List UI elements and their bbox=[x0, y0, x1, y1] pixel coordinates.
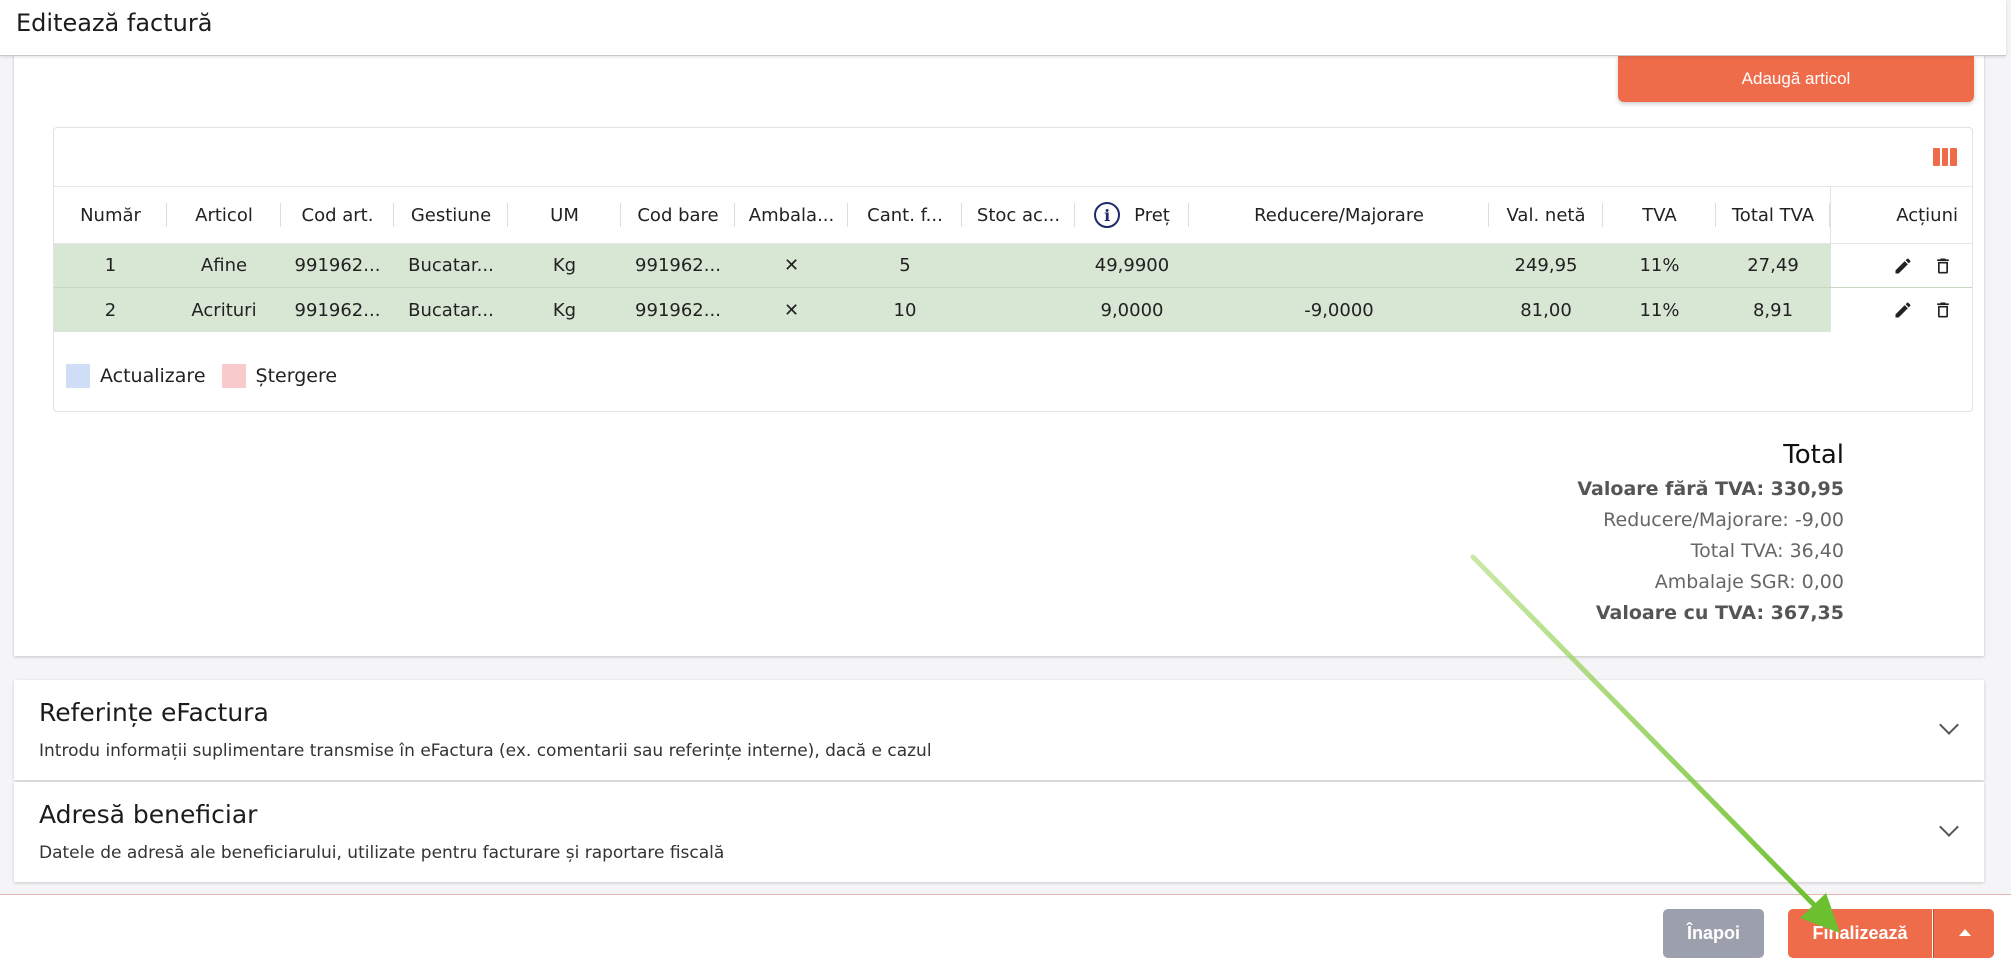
total-tva: Total TVA: 36,40 bbox=[1690, 540, 1844, 562]
cell-actions bbox=[1830, 288, 1972, 332]
cell-numar: 1 bbox=[54, 244, 167, 287]
cell-total-tva: 8,91 bbox=[1716, 288, 1830, 332]
chevron-down-icon[interactable] bbox=[1939, 817, 1959, 837]
cell-stoc bbox=[962, 288, 1075, 332]
cell-cod-bare: 991962... bbox=[621, 244, 735, 287]
cell-tva: 11% bbox=[1603, 288, 1716, 332]
finalize-options-button[interactable] bbox=[1933, 909, 1994, 958]
cell-cantitate: 5 bbox=[848, 244, 962, 287]
accordion-adresa-beneficiar[interactable]: Adresă beneficiar Datele de adresă ale b… bbox=[14, 782, 1984, 882]
col-header-total-tva[interactable]: Total TVA bbox=[1716, 187, 1830, 243]
items-grid: Număr Articol Cod art. Gestiune UM Cod b… bbox=[53, 127, 1973, 412]
accordion-efactura[interactable]: Referințe eFactura Introdu informații su… bbox=[14, 680, 1984, 780]
cell-cod-bare: 991962... bbox=[621, 288, 735, 332]
cell-articol: Acrituri bbox=[167, 288, 281, 332]
legend-swatch-update bbox=[66, 364, 90, 388]
col-header-gestiune[interactable]: Gestiune bbox=[394, 187, 508, 243]
col-header-cod-bare[interactable]: Cod bare bbox=[621, 187, 735, 243]
cell-pret: 9,0000 bbox=[1075, 288, 1189, 332]
page-header: Editează factură bbox=[0, 0, 2006, 56]
accordion-title: Referințe eFactura bbox=[39, 698, 269, 727]
accordion-subtitle: Datele de adresă ale beneficiarului, uti… bbox=[39, 843, 725, 863]
cell-gestiune: Bucatar... bbox=[394, 244, 508, 287]
cell-articol: Afine bbox=[167, 244, 281, 287]
page-title: Editează factură bbox=[16, 9, 213, 37]
col-header-pret[interactable]: i Preț bbox=[1075, 187, 1189, 243]
back-button[interactable]: Înapoi bbox=[1663, 909, 1764, 958]
close-icon: ✕ bbox=[735, 288, 848, 332]
row-legend: Actualizare Ștergere bbox=[66, 364, 337, 388]
legend-label-delete: Ștergere bbox=[255, 365, 338, 387]
col-header-cantitate[interactable]: Cant. f... bbox=[848, 187, 962, 243]
col-header-um[interactable]: UM bbox=[508, 187, 621, 243]
finalize-button[interactable]: Finalizează bbox=[1788, 909, 1932, 958]
chevron-down-icon[interactable] bbox=[1939, 715, 1959, 735]
legend-label-update: Actualizare bbox=[100, 365, 206, 387]
total-cu-tva: Valoare cu TVA: 367,35 bbox=[1595, 602, 1844, 624]
cell-cod-art: 991962... bbox=[281, 288, 394, 332]
info-icon[interactable]: i bbox=[1094, 202, 1121, 228]
cell-stoc bbox=[962, 244, 1075, 287]
col-header-reducere[interactable]: Reducere/Majorare bbox=[1189, 187, 1489, 243]
delete-trash-icon[interactable] bbox=[1932, 255, 1954, 277]
cell-actions bbox=[1830, 244, 1972, 287]
cell-numar: 2 bbox=[54, 288, 167, 332]
col-header-articol[interactable]: Articol bbox=[167, 187, 281, 243]
table-row[interactable]: 2 Acrituri 991962... Bucatar... Kg 99196… bbox=[54, 288, 1972, 332]
caret-up-icon bbox=[1959, 929, 1971, 936]
col-header-cod-art[interactable]: Cod art. bbox=[281, 187, 394, 243]
delete-trash-icon[interactable] bbox=[1932, 299, 1954, 321]
col-header-stoc[interactable]: Stoc ac... bbox=[962, 187, 1075, 243]
col-header-val-neta[interactable]: Val. netă bbox=[1489, 187, 1603, 243]
items-card: Adaugă articol Număr Articol Cod art. Ge… bbox=[14, 0, 1984, 656]
cell-cod-art: 991962... bbox=[281, 244, 394, 287]
total-ambalaje: Ambalaje SGR: 0,00 bbox=[1654, 571, 1844, 593]
cell-cantitate: 10 bbox=[848, 288, 962, 332]
cell-tva: 11% bbox=[1603, 244, 1716, 287]
cell-gestiune: Bucatar... bbox=[394, 288, 508, 332]
table-row[interactable]: 1 Afine 991962... Bucatar... Kg 991962..… bbox=[54, 244, 1972, 288]
cell-um: Kg bbox=[508, 244, 621, 287]
edit-pencil-icon[interactable] bbox=[1892, 255, 1914, 277]
edit-pencil-icon[interactable] bbox=[1892, 299, 1914, 321]
grid-toolbar bbox=[54, 128, 1972, 187]
add-item-button[interactable]: Adaugă articol bbox=[1618, 56, 1974, 102]
table-header: Număr Articol Cod art. Gestiune UM Cod b… bbox=[54, 187, 1972, 244]
col-header-ambalaj[interactable]: Ambala... bbox=[735, 187, 848, 243]
cell-val-neta: 249,95 bbox=[1489, 244, 1603, 287]
cell-val-neta: 81,00 bbox=[1489, 288, 1603, 332]
col-header-pret-label: Preț bbox=[1134, 204, 1170, 226]
cell-pret: 49,9900 bbox=[1075, 244, 1189, 287]
total-reducere: Reducere/Majorare: -9,00 bbox=[1603, 509, 1844, 531]
close-icon: ✕ bbox=[735, 244, 848, 287]
cell-um: Kg bbox=[508, 288, 621, 332]
col-header-actiuni: Acțiuni bbox=[1830, 187, 1972, 243]
col-header-tva[interactable]: TVA bbox=[1603, 187, 1716, 243]
columns-icon[interactable] bbox=[1933, 148, 1958, 166]
legend-swatch-delete bbox=[221, 364, 246, 388]
totals-summary: Total Valoare fără TVA: 330,95 Reducere/… bbox=[1577, 440, 1844, 629]
footer-actions: Înapoi Finalizează bbox=[0, 894, 2011, 972]
col-header-numar[interactable]: Număr bbox=[54, 187, 167, 243]
total-fara-tva: Valoare fără TVA: 330,95 bbox=[1577, 478, 1844, 500]
cell-reducere bbox=[1189, 244, 1489, 287]
totals-title: Total bbox=[1783, 440, 1844, 470]
cell-total-tva: 27,49 bbox=[1716, 244, 1830, 287]
accordion-title: Adresă beneficiar bbox=[39, 800, 258, 829]
accordion-subtitle: Introdu informații suplimentare transmis… bbox=[39, 741, 932, 761]
cell-reducere: -9,0000 bbox=[1189, 288, 1489, 332]
